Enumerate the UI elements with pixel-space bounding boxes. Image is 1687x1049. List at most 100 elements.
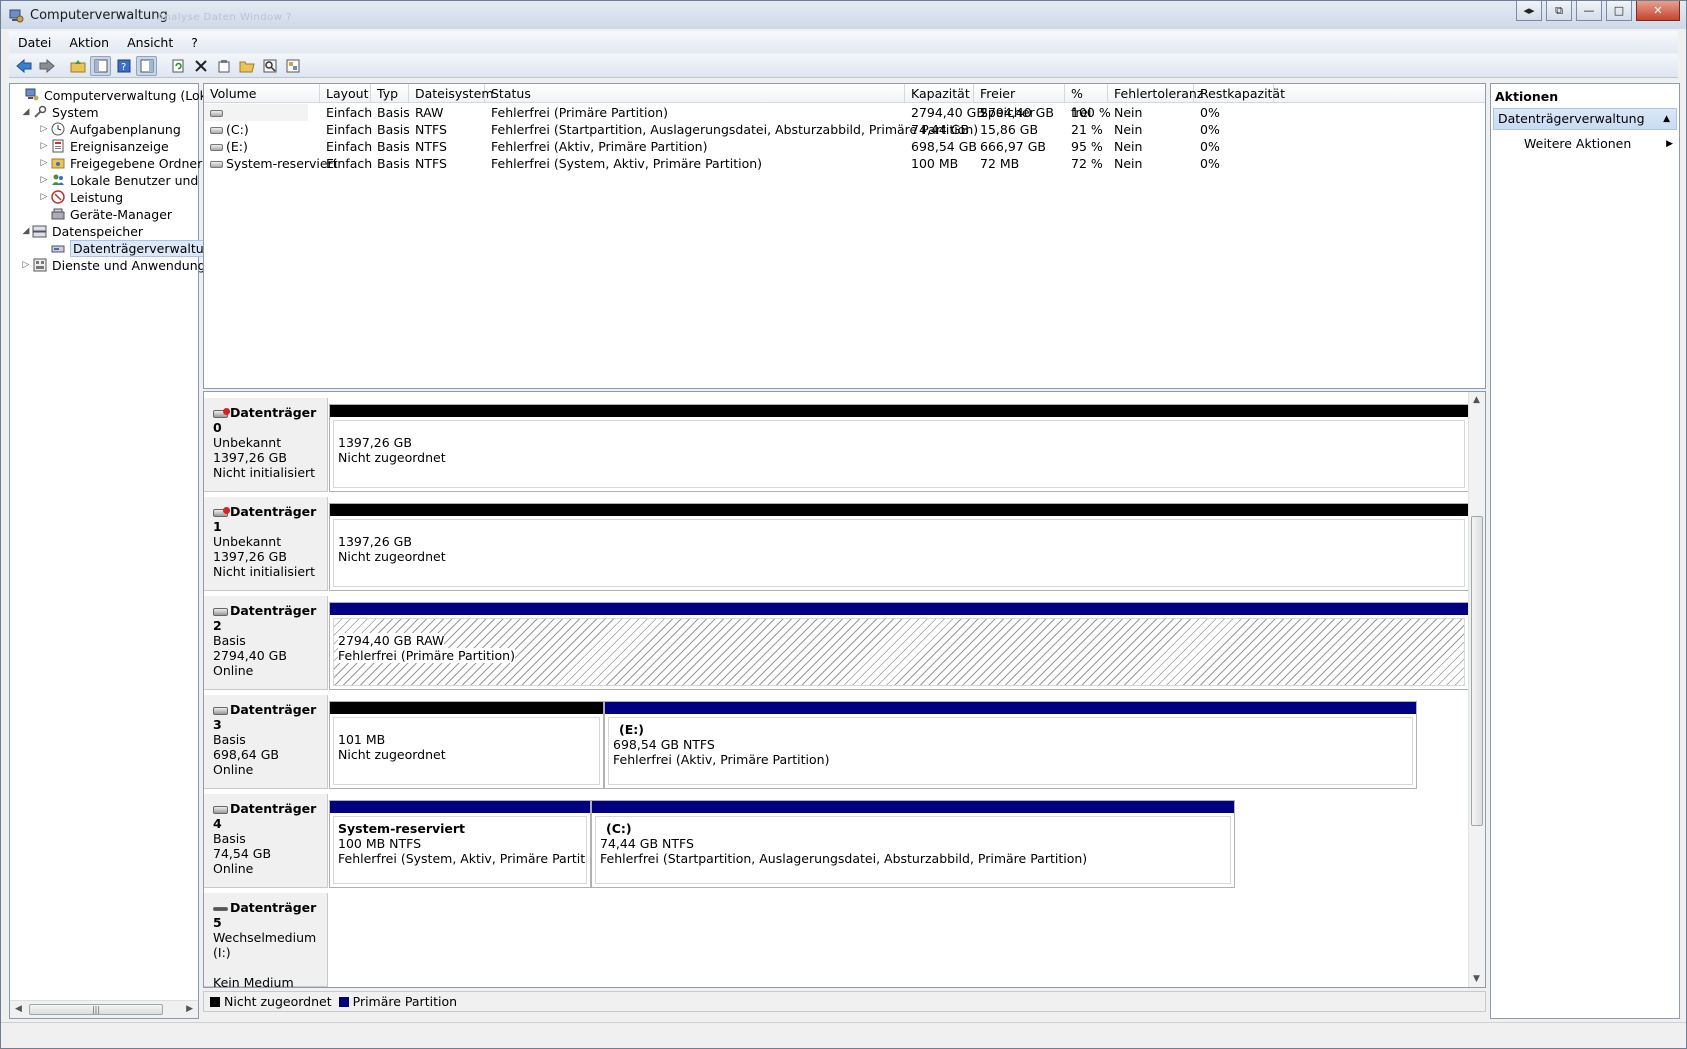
scroll-thumb[interactable]: |||	[29, 1004, 163, 1015]
expand-arrow-icon[interactable]: ▷	[38, 192, 50, 202]
scroll-left-arrow-icon[interactable]: ◀	[15, 1004, 22, 1014]
collapse-up-arrow-icon[interactable]: ▲	[1663, 109, 1670, 129]
collapse-arrow-icon[interactable]: ◢	[20, 226, 32, 236]
tree-item-performance[interactable]: ▷ Leistung	[38, 188, 124, 206]
partition-c-drive[interactable]: (C:) 74,44 GB NTFS Fehlerfrei (Startpart…	[591, 800, 1235, 888]
expand-arrow-icon[interactable]: ▷	[38, 158, 50, 168]
disk-label[interactable]: Datenträger 0 Unbekannt 1397,26 GB Nicht…	[204, 398, 328, 492]
minimize-button[interactable]: —	[1576, 1, 1602, 21]
tree-item-local-users[interactable]: ▷ Lokale Benutzer und Gr	[38, 171, 218, 189]
capacity-cell: 698,54 GB	[911, 139, 977, 154]
partition-bar	[330, 504, 1468, 516]
disk-size: 74,54 GB	[213, 846, 272, 861]
volume-row[interactable]: (E:) Einfach Basis NTFS Fehlerfrei (Akti…	[204, 138, 1485, 155]
tree-item-services-applications[interactable]: ▷ Dienste und Anwendungen	[20, 256, 222, 274]
free-space-cell: 2794,40 GB	[980, 105, 1054, 120]
tree-item-event-viewer[interactable]: ▷ Ereignisanzeige	[38, 137, 169, 155]
column-header-filesystem[interactable]: Dateisystem	[409, 84, 494, 103]
scroll-up-arrow-icon[interactable]: ▲	[1473, 395, 1480, 405]
partition-body: (E:) 698,54 GB NTFS Fehlerfrei (Aktiv, P…	[608, 717, 1413, 785]
volume-row[interactable]: (C:) Einfach Basis NTFS Fehlerfrei (Star…	[204, 121, 1485, 138]
tree-item-device-manager[interactable]: Geräte-Manager	[38, 205, 172, 223]
disk-icon	[213, 706, 228, 715]
help-icon[interactable]: ?	[113, 56, 134, 76]
collapse-arrow-icon[interactable]: ◢	[20, 107, 32, 117]
tree-item-system[interactable]: ◢ System	[20, 103, 99, 121]
disk-label[interactable]: Datenträger 5 Wechselmedium (I:) Kein Me…	[204, 893, 328, 990]
refresh-icon[interactable]	[167, 56, 188, 76]
up-folder-icon[interactable]	[67, 56, 88, 76]
disk-icon	[213, 805, 228, 814]
expand-arrow-icon[interactable]: ▷	[38, 141, 50, 151]
maximize-button[interactable]: □	[1606, 1, 1632, 21]
disk-label[interactable]: Datenträger 1 Unbekannt 1397,26 GB Nicht…	[204, 497, 328, 591]
menu-view[interactable]: Ansicht	[118, 35, 182, 50]
partition-system-reserved[interactable]: System-reserviert 100 MB NTFS Fehlerfrei…	[329, 800, 591, 888]
partition-unallocated[interactable]: 1397,26 GB Nicht zugeordnet	[329, 503, 1469, 591]
expand-arrow-icon[interactable]: ▷	[38, 175, 50, 185]
disk-view-vertical-scrollbar[interactable]: ▲ ▼	[1468, 392, 1485, 987]
show-hide-tree-icon[interactable]	[90, 55, 111, 76]
column-header-overhead[interactable]: Restkapazität	[1194, 84, 1285, 103]
free-space-cell: 15,86 GB	[980, 122, 1039, 137]
partition-unallocated[interactable]: 1397,26 GB Nicht zugeordnet	[329, 404, 1469, 492]
overhead-cell: 0%	[1200, 139, 1220, 154]
partition-unallocated[interactable]: 101 MB Nicht zugeordnet	[329, 701, 604, 789]
tree-item-storage[interactable]: ◢ Datenspeicher	[20, 222, 144, 240]
disk-name-text: Datenträger 3	[213, 702, 317, 732]
column-header-status[interactable]: Status	[485, 84, 905, 103]
partition-raw[interactable]: 2794,40 GB RAW Fehlerfrei (Primäre Parti…	[329, 602, 1469, 690]
disk-icon	[210, 127, 223, 134]
menu-file[interactable]: Datei	[9, 35, 60, 50]
disk-row: Datenträger 2 Basis 2794,40 GB Online 27…	[204, 596, 1469, 692]
search-icon[interactable]	[259, 56, 280, 76]
partition-status: Nicht zugeordnet	[338, 747, 446, 762]
tree-item-shared-folders[interactable]: ▷ Freigegebene Ordner	[38, 154, 203, 172]
column-header-free-space[interactable]: Freier Speicher	[974, 84, 1065, 120]
action-section-disk-management[interactable]: Datenträgerverwaltung ▲	[1493, 108, 1677, 130]
nav-icon-button[interactable]: ◂▸	[1516, 1, 1542, 21]
scroll-thumb[interactable]	[1471, 516, 1483, 826]
disk-size	[213, 960, 327, 975]
menu-help[interactable]: ?	[182, 35, 207, 50]
tree-item-disk-management[interactable]: Datenträgerverwaltung	[38, 239, 223, 257]
expand-arrow-icon[interactable]: ▷	[38, 124, 50, 134]
tree-horizontal-scrollbar[interactable]: ◀ ||| ▶	[10, 1000, 198, 1018]
removable-drive-icon	[213, 906, 228, 911]
open-folder-icon[interactable]	[236, 56, 257, 76]
partition-size: 1397,26 GB	[338, 435, 412, 450]
volume-row[interactable]: System-reserviert Einfach Basis NTFS Feh…	[204, 155, 1485, 172]
properties-icon[interactable]	[213, 56, 234, 76]
column-header-layout[interactable]: Layout	[320, 84, 371, 103]
scroll-right-arrow-icon[interactable]: ▶	[186, 1004, 193, 1014]
partition-size: 74,44 GB NTFS	[600, 836, 694, 851]
column-header-type[interactable]: Typ	[371, 84, 409, 103]
show-hide-action-pane-icon[interactable]	[136, 55, 157, 76]
tree-item-label: Lokale Benutzer und Gr	[70, 172, 218, 188]
type-cell: Basis	[377, 156, 410, 171]
scroll-down-arrow-icon[interactable]: ▼	[1473, 974, 1480, 984]
capacity-cell: 74,44 GB	[911, 122, 970, 137]
action-more-actions[interactable]: Weitere Aktionen ▶	[1524, 135, 1675, 153]
delete-icon[interactable]	[190, 56, 211, 76]
disk-label[interactable]: Datenträger 2 Basis 2794,40 GB Online	[204, 596, 328, 690]
disk-label[interactable]: Datenträger 3 Basis 698,64 GB Online	[204, 695, 328, 789]
column-header-volume[interactable]: Volume	[204, 84, 320, 103]
column-header-percent-free[interactable]: % frei	[1065, 84, 1108, 120]
column-header-capacity[interactable]: Kapazität	[905, 84, 974, 103]
partition-e-drive[interactable]: (E:) 698,54 GB NTFS Fehlerfrei (Aktiv, P…	[604, 701, 1417, 789]
forward-arrow-icon[interactable]	[36, 56, 57, 76]
disk-settings-icon[interactable]	[282, 56, 303, 76]
column-header-fault-tolerance[interactable]: Fehlertoleranz	[1108, 84, 1203, 103]
restore-icon-button[interactable]: ⧉	[1546, 1, 1572, 21]
type-cell: Basis	[377, 139, 410, 154]
partition-status: Fehlerfrei (Startpartition, Auslagerungs…	[600, 851, 1088, 866]
tree-item-computer-management[interactable]: Computerverwaltung (Lokal)	[12, 86, 223, 104]
menu-action[interactable]: Aktion	[60, 35, 118, 50]
disk-label[interactable]: Datenträger 4 Basis 74,54 GB Online	[204, 794, 328, 888]
volume-row[interactable]: Einfach Basis RAW Fehlerfrei (Primäre Pa…	[204, 104, 1485, 121]
expand-arrow-icon[interactable]: ▷	[20, 260, 32, 270]
back-arrow-icon[interactable]	[13, 56, 34, 76]
close-button[interactable]: ✕	[1636, 1, 1680, 21]
tree-item-task-scheduler[interactable]: ▷ Aufgabenplanung	[38, 120, 181, 138]
